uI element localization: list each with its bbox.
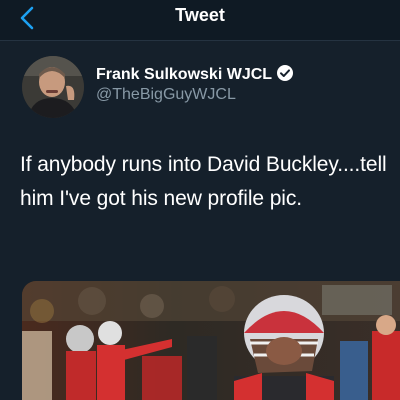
tweet-text: If anybody runs into David Buckley....te… <box>20 153 387 210</box>
tweet-media[interactable] <box>22 281 400 400</box>
avatar-image <box>22 56 84 118</box>
page-title: Tweet <box>175 5 225 25</box>
verified-badge-icon <box>276 64 294 87</box>
author-name[interactable]: Frank Sulkowski WJCL <box>96 64 294 87</box>
football-player-photo <box>22 281 400 400</box>
nav-bar: Tweet <box>0 0 400 41</box>
avatar[interactable] <box>22 56 84 118</box>
author-name-text: Frank Sulkowski WJCL <box>96 66 273 83</box>
author-handle[interactable]: @TheBigGuyWJCL <box>96 86 236 104</box>
tweet-detail-screen: Tweet Frank Sulkowski WJCL @TheBigGuyWJC… <box>0 0 400 400</box>
